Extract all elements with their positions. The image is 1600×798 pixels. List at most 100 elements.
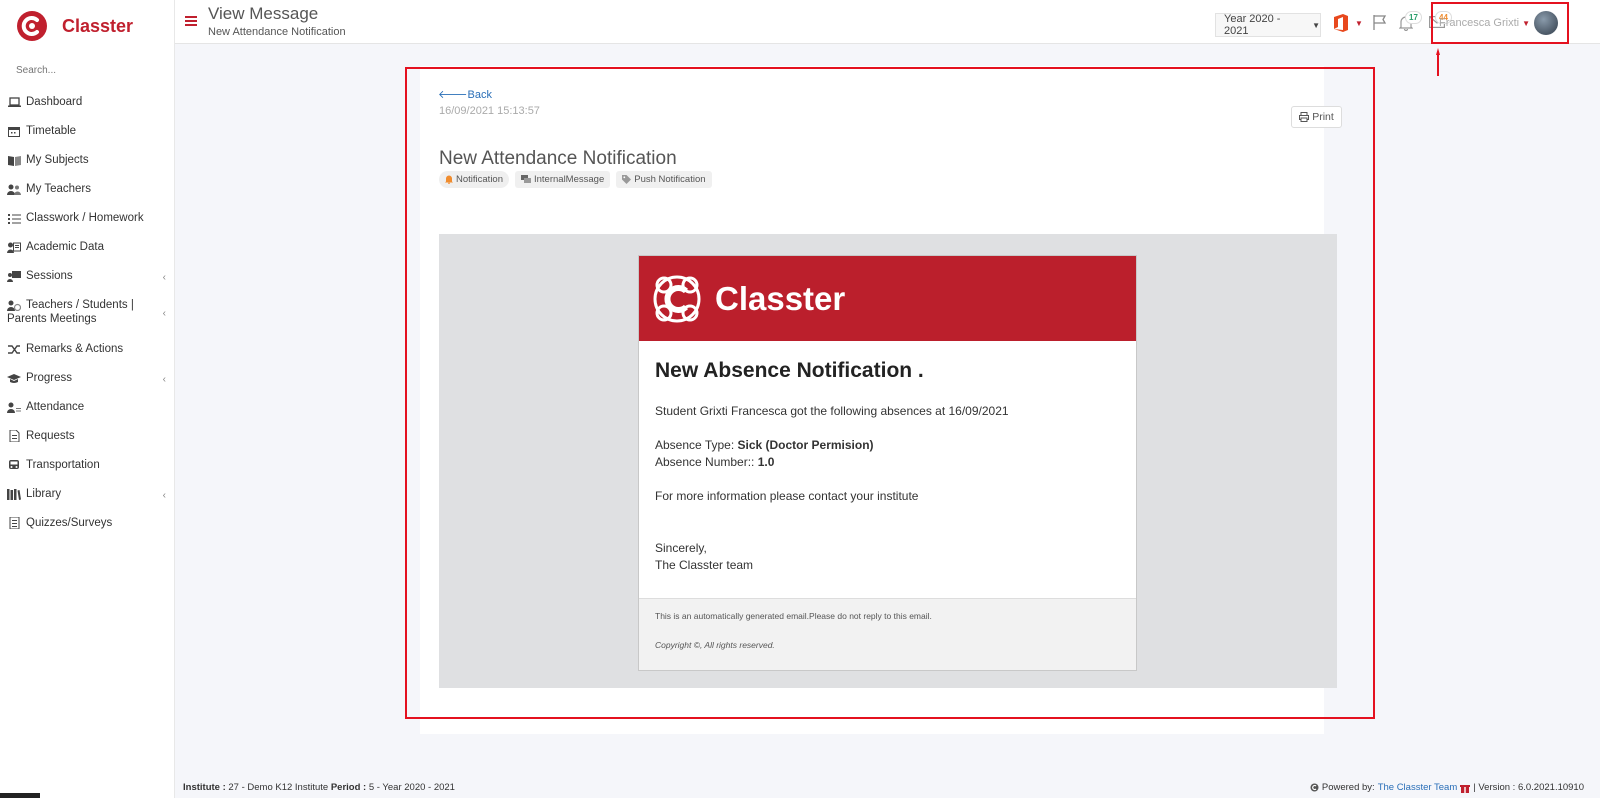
email-copyright: Copyright ©, All rights reserved. [655, 640, 775, 650]
document-icon [7, 430, 21, 442]
message-title: New Attendance Notification [439, 148, 677, 169]
email-footer: This is an automatically generated email… [639, 598, 1136, 670]
email-body: New Absence Notification . Student Grixt… [639, 341, 1136, 574]
tag-notification: Notification [439, 171, 509, 188]
sidebar-item-label: Library [26, 488, 62, 500]
year-selector[interactable]: Year 2020 - 2021 ▼ [1215, 13, 1321, 37]
user-check-icon [7, 401, 21, 413]
sidebar-item-academic-data[interactable]: Academic Data [0, 233, 174, 262]
absence-number-line: Absence Number:: 1.0 [655, 455, 775, 469]
presentation-icon [7, 270, 21, 282]
caret-down-icon: ▼ [1522, 18, 1530, 28]
chat-icon [521, 175, 531, 183]
status-bar: Institute : 27 - Demo K12 Institute Peri… [175, 778, 1600, 798]
hamburger-menu-icon[interactable] [185, 16, 197, 26]
classter-small-icon [1310, 783, 1319, 792]
graduation-cap-icon [7, 372, 21, 384]
sidebar-item-label: Sessions [26, 270, 73, 282]
absence-type-line: Absence Type: Sick (Doctor Permision) [655, 438, 874, 452]
sidebar-item-label: Remarks & Actions [26, 343, 124, 355]
email-preview: Classter New Absence Notification . Stud… [638, 255, 1137, 671]
id-card-icon [7, 241, 21, 253]
top-header: View Message New Attendance Notification… [175, 0, 1600, 44]
sidebar-item-label: Classwork / Homework [26, 212, 144, 224]
users-icon [7, 183, 21, 195]
tag-internal-message: InternalMessage [515, 171, 611, 188]
chevron-left-icon: ‹ [162, 272, 166, 283]
email-footer-note: This is an automatically generated email… [655, 611, 932, 621]
notifications-badge: 17 [1405, 11, 1422, 24]
search-input[interactable] [16, 65, 158, 76]
sidebar-item-label: Quizzes/Surveys [26, 517, 113, 529]
sidebar-item-transportation[interactable]: Transportation [0, 451, 174, 480]
books-icon [7, 488, 21, 500]
sidebar-item-quizzes[interactable]: Quizzes/Surveys [0, 509, 174, 538]
list-icon [7, 212, 21, 224]
avatar [1534, 11, 1558, 35]
classter-logo-icon [653, 275, 701, 322]
sidebar-item-my-teachers[interactable]: My Teachers [0, 175, 174, 204]
message-tags: Notification InternalMessage Push Notifi… [439, 171, 712, 188]
classter-logo-icon [17, 11, 47, 41]
email-brand: Classter [715, 279, 846, 317]
print-button[interactable]: Print [1291, 106, 1342, 128]
sidebar-item-classwork[interactable]: Classwork / Homework [0, 204, 174, 233]
shuffle-icon [7, 343, 21, 355]
classter-team-link[interactable]: The Classter Team [1378, 782, 1458, 793]
sidebar-item-progress[interactable]: Progress ‹ [0, 364, 174, 393]
gift-icon [1460, 784, 1471, 793]
sidebar-item-timetable[interactable]: Timetable [0, 117, 174, 146]
office-caret-icon[interactable]: ▼ [1355, 19, 1363, 28]
email-sign-2: The Classter team [655, 558, 754, 572]
bell-icon [445, 175, 453, 184]
email-banner: Classter [639, 256, 1136, 341]
sidebar-item-label: Attendance [26, 401, 85, 413]
sidebar-item-label: Requests [26, 430, 75, 442]
book-icon [7, 154, 21, 166]
email-heading: New Absence Notification . [655, 359, 924, 382]
sidebar-nav: Dashboard Timetable My Subjects My Teach… [0, 88, 174, 538]
sidebar-item-remarks[interactable]: Remarks & Actions [0, 335, 174, 364]
sidebar-item-label: My Subjects [26, 154, 89, 166]
sidebar: Classter Dashboard Timetable My Subjects… [0, 0, 175, 798]
tag-icon [622, 175, 632, 184]
sidebar-search [0, 52, 174, 88]
email-contact: For more information please contact your… [655, 489, 919, 503]
sidebar-item-my-subjects[interactable]: My Subjects [0, 146, 174, 175]
user-menu[interactable]: Francesca Grixti ▼ [1431, 2, 1569, 44]
meeting-icon [7, 299, 21, 311]
app-logo[interactable]: Classter [0, 0, 174, 52]
page-title: View Message [208, 4, 319, 23]
chevron-left-icon: ‹ [162, 374, 166, 385]
back-link[interactable]: 🡐Back [438, 87, 492, 101]
laptop-icon [7, 96, 21, 108]
page-subtitle: New Attendance Notification [208, 26, 346, 38]
sidebar-item-label: Academic Data [26, 241, 104, 253]
sidebar-item-sessions[interactable]: Sessions ‹ [0, 262, 174, 291]
sidebar-item-label: Teachers / Students | Parents Meetings [7, 299, 134, 325]
arrow-left-icon: 🡐 [438, 89, 468, 101]
sidebar-item-requests[interactable]: Requests [0, 422, 174, 451]
office-icon[interactable] [1333, 14, 1349, 32]
chevron-left-icon: ‹ [162, 490, 166, 501]
email-intro: Student Grixti Francesca got the followi… [655, 404, 1009, 418]
taskbar-strip [0, 793, 40, 798]
sidebar-item-attendance[interactable]: Attendance [0, 393, 174, 422]
sidebar-item-library[interactable]: Library ‹ [0, 480, 174, 509]
message-date: 16/09/2021 15:13:57 [439, 105, 540, 117]
user-name: Francesca Grixti [1439, 17, 1520, 29]
sidebar-item-label: Dashboard [26, 96, 83, 108]
powered-by: Powered by: The Classter Team | Version … [1310, 782, 1584, 793]
flag-icon[interactable] [1372, 14, 1388, 30]
sidebar-item-label: Timetable [26, 125, 77, 137]
tag-push-notification: Push Notification [616, 171, 712, 188]
quiz-icon [7, 517, 21, 529]
sidebar-item-dashboard[interactable]: Dashboard [0, 88, 174, 117]
year-selector-value: Year 2020 - 2021 [1224, 13, 1281, 37]
caret-down-icon: ▼ [1312, 20, 1320, 30]
app-name: Classter [62, 15, 134, 36]
sidebar-item-label: Progress [26, 372, 73, 384]
printer-icon [1299, 112, 1310, 122]
bus-icon [7, 459, 21, 471]
sidebar-item-meetings[interactable]: Teachers / Students | Parents Meetings ‹ [0, 291, 174, 335]
